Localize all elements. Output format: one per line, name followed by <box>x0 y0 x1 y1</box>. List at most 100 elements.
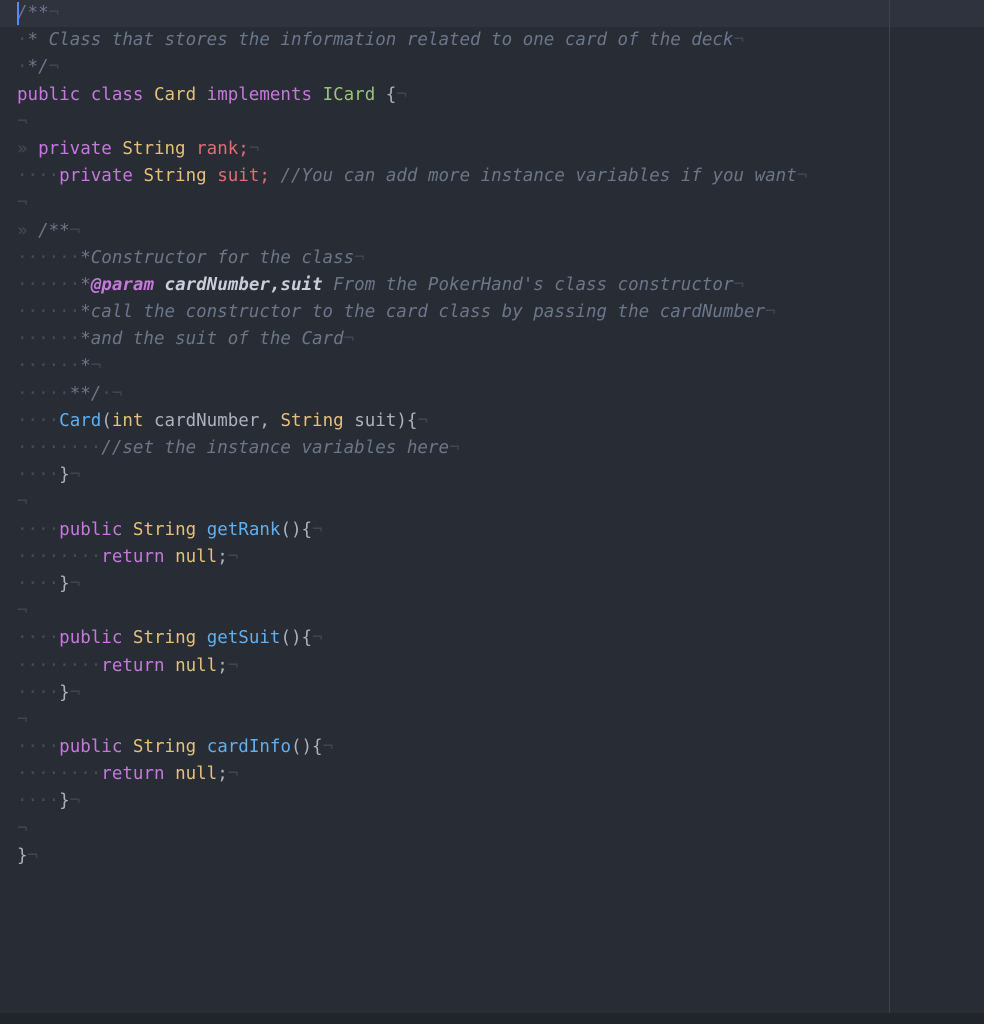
code-token: *Constructor for the class <box>80 247 355 268</box>
code-token: return <box>101 546 176 567</box>
line-end-marker-icon: ¬ <box>448 438 460 458</box>
whitespace-dots-marker: ······ <box>17 302 81 323</box>
line-end-marker-icon: ¬ <box>227 764 239 785</box>
code-token: @param <box>90 274 154 295</box>
code-line[interactable]: ······*Constructor for the class¬ <box>0 245 984 272</box>
code-line[interactable]: ····public String getSuit(){¬ <box>0 625 984 652</box>
code-editor[interactable]: /**¬ ·* Class that stores the information… <box>0 0 984 1024</box>
code-line[interactable]: ·····**/·¬ <box>0 381 984 408</box>
code-line[interactable]: }¬ <box>0 843 984 870</box>
code-token: return <box>101 764 176 785</box>
whitespace-dots-marker: · <box>17 30 28 51</box>
code-token: cardInfo <box>206 737 291 758</box>
line-end-marker-icon: ¬ <box>227 655 239 676</box>
code-line[interactable]: » /**¬ <box>0 218 984 245</box>
code-line[interactable]: ¬ <box>0 598 984 625</box>
line-end-marker-icon: ¬ <box>322 737 334 758</box>
whitespace-dots-marker: ···· <box>17 410 60 431</box>
code-line[interactable]: ······*¬ <box>0 353 984 380</box>
code-token: **/ <box>69 383 102 404</box>
code-token: rank <box>196 138 239 159</box>
code-token: String <box>280 410 344 431</box>
line-end-marker-icon: ¬ <box>312 519 323 540</box>
tab-arrow-icon: » <box>17 138 39 159</box>
tab-arrow-icon: » <box>17 220 39 241</box>
code-token: String <box>122 138 186 159</box>
whitespace-dots-marker: ······ <box>17 356 81 377</box>
code-line[interactable]: ······*and the suit of the Card¬ <box>0 326 984 353</box>
whitespace-dots-marker: ········ <box>17 438 102 458</box>
line-end-marker-icon: ¬ <box>69 220 81 241</box>
code-token: suit <box>217 166 260 187</box>
code-token: null <box>175 655 218 676</box>
code-token: } <box>59 791 70 812</box>
code-line[interactable]: ····public String cardInfo(){¬ <box>0 734 984 761</box>
code-token: null <box>175 764 218 785</box>
code-token: //set the instance variables here <box>101 438 449 458</box>
code-line[interactable]: ········return null;¬ <box>0 544 984 571</box>
line-end-marker-icon: ¬ <box>765 302 776 323</box>
code-token: * Class that stores the information rela… <box>27 30 734 51</box>
line-end-marker-icon: ¬ <box>354 247 365 268</box>
code-line[interactable]: ¬ <box>0 489 984 516</box>
code-line[interactable]: ¬ <box>0 109 984 136</box>
line-end-marker-icon: ¬ <box>17 193 28 214</box>
code-token: implements <box>196 84 323 105</box>
code-line[interactable]: ····}¬ <box>0 462 984 489</box>
code-token: } <box>59 682 70 703</box>
code-line[interactable]: public class Card implements ICard {¬ <box>0 82 984 109</box>
code-token: Card <box>59 410 102 431</box>
code-line[interactable]: ¬ <box>0 190 984 217</box>
whitespace-dots-marker: ···· <box>17 628 60 649</box>
code-line[interactable]: ····public String getRank(){¬ <box>0 517 984 544</box>
code-token: public <box>59 519 133 540</box>
code-line[interactable]: ¬ <box>0 816 984 843</box>
code-line[interactable]: ······*call the constructor to the card … <box>0 299 984 326</box>
code-line[interactable]: » private String rank;¬ <box>0 136 984 163</box>
code-token: return <box>101 655 176 676</box>
code-token: String <box>132 737 197 758</box>
code-line[interactable]: ····private String suit; //You can add m… <box>0 163 984 190</box>
code-line[interactable]: ·* Class that stores the information rel… <box>0 27 984 54</box>
code-line[interactable]: ····}¬ <box>0 680 984 707</box>
code-line[interactable]: ······*@param cardNumber,suit From the P… <box>0 272 984 299</box>
code-line[interactable]: ········//set the instance variables her… <box>0 435 984 462</box>
code-line[interactable]: ····}¬ <box>0 571 984 598</box>
whitespace-dots-marker: ········ <box>17 655 102 676</box>
code-line[interactable]: ·*/¬ <box>0 54 984 81</box>
code-line[interactable]: /**¬ <box>0 0 984 28</box>
code-line[interactable]: ····}¬ <box>0 788 984 815</box>
whitespace-dots-marker: ········ <box>17 546 102 567</box>
line-end-marker-icon: ¬ <box>733 274 745 295</box>
code-line[interactable]: ¬ <box>0 707 984 734</box>
code-line[interactable]: ········return null;¬ <box>0 761 984 788</box>
code-token: public <box>59 737 133 758</box>
line-end-marker-icon: ¬ <box>248 138 260 159</box>
whitespace-dots-marker: ···· <box>17 465 60 486</box>
line-end-marker-icon: ¬ <box>48 57 60 78</box>
whitespace-dots-marker: ······ <box>17 274 81 295</box>
code-token: } <box>17 845 28 866</box>
code-text-area[interactable]: /**¬ ·* Class that stores the information… <box>0 0 984 870</box>
code-token: private <box>59 166 144 187</box>
code-token: String <box>143 166 207 187</box>
line-end-marker-icon: ¬ <box>733 30 744 51</box>
code-token: /** <box>38 220 70 241</box>
line-end-marker-icon: ¬ <box>69 682 81 703</box>
code-token: *call the constructor to the card class … <box>80 302 766 323</box>
whitespace-dots-marker: ···· <box>17 791 60 812</box>
code-token: ; <box>238 138 249 159</box>
whitespace-dots-marker: ······ <box>17 329 81 350</box>
whitespace-dots-marker: ···· <box>17 573 60 594</box>
line-end-marker-icon: ¬ <box>69 573 81 594</box>
code-line[interactable]: ········return null;¬ <box>0 653 984 680</box>
line-end-marker-icon: ¬ <box>17 111 28 132</box>
whitespace-dots-marker: ····· <box>17 383 70 404</box>
code-line[interactable]: ····Card(int cardNumber, String suit){¬ <box>0 408 984 435</box>
code-token: private <box>38 138 123 159</box>
code-token: public class <box>17 84 154 105</box>
line-end-marker-icon: ¬ <box>69 791 81 812</box>
